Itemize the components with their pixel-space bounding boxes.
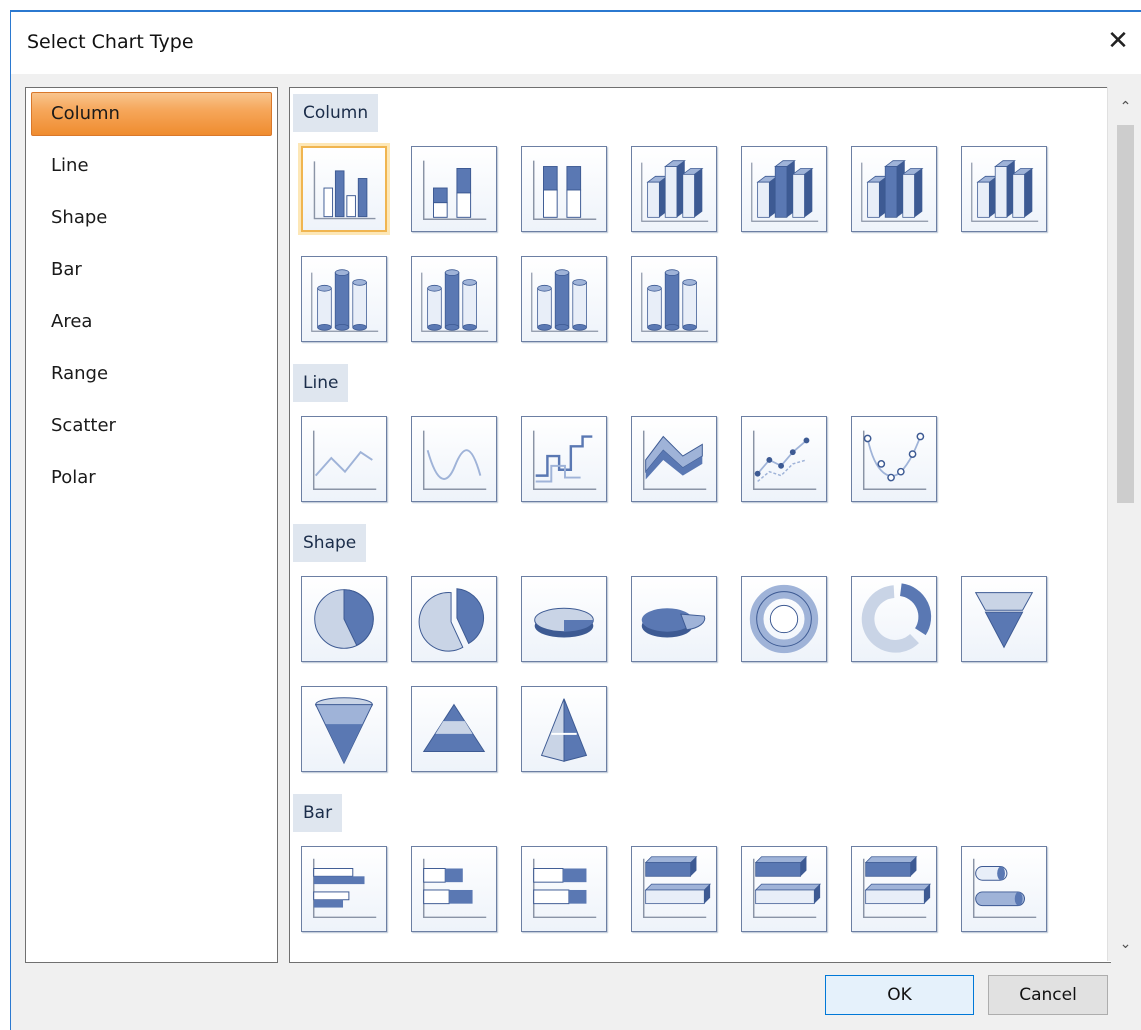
- 3d-funnel-icon: [314, 697, 374, 765]
- chart-type-tile[interactable]: [631, 576, 717, 662]
- chart-type-tile[interactable]: [301, 146, 387, 232]
- 3d-pyramid-icon: [540, 698, 588, 762]
- 3d-full-stacked-column-icon: [861, 160, 929, 222]
- 3d-clustered-column-icon: [641, 160, 709, 222]
- cancel-button[interactable]: Cancel: [988, 975, 1108, 1015]
- chart-type-tile[interactable]: [411, 686, 497, 772]
- title-bar: Select Chart Type ✕: [11, 12, 1141, 74]
- chart-type-tile[interactable]: [411, 256, 497, 342]
- chart-type-tile[interactable]: [521, 146, 607, 232]
- full-stacked-column-icon: [532, 160, 597, 221]
- ok-button[interactable]: OK: [825, 975, 974, 1015]
- cylinder-bar-icon: [972, 858, 1037, 919]
- chart-type-tile[interactable]: [411, 846, 497, 932]
- cylinder-3d-column-icon: [641, 269, 709, 332]
- chevron-up-icon: ⌃: [1119, 99, 1132, 115]
- pyramid-icon: [422, 703, 486, 752]
- 3d-exploded-pie-icon: [641, 608, 706, 638]
- 3d-pie-icon: [534, 607, 594, 638]
- section-header-column: Column: [293, 94, 379, 132]
- category-item-line[interactable]: Line: [31, 144, 272, 188]
- stacked-cylinder-icon: [421, 269, 489, 332]
- category-item-scatter[interactable]: Scatter: [31, 404, 272, 448]
- category-item-range[interactable]: Range: [31, 352, 272, 396]
- doughnut-icon: [749, 584, 819, 654]
- category-item-bar[interactable]: Bar: [31, 248, 272, 292]
- funnel-icon: [974, 592, 1034, 649]
- section-header-shape: Shape: [293, 524, 367, 562]
- full-stacked-bar-icon: [532, 858, 597, 919]
- category-item-column[interactable]: Column: [31, 92, 272, 136]
- chart-type-tile[interactable]: [851, 576, 937, 662]
- chart-type-tile[interactable]: [631, 146, 717, 232]
- category-item-area[interactable]: Area: [31, 300, 272, 344]
- 3d-line-icon: [642, 430, 707, 491]
- scroll-down-button[interactable]: ⌄: [1108, 929, 1141, 959]
- 3d-column-icon: [971, 160, 1039, 222]
- line-chart-icon: [312, 430, 377, 491]
- chart-type-tile[interactable]: [631, 416, 717, 502]
- chevron-down-icon: ⌄: [1119, 936, 1132, 952]
- category-item-shape[interactable]: Shape: [31, 196, 272, 240]
- section-header-line: Line: [293, 364, 349, 402]
- chart-type-tile[interactable]: [301, 416, 387, 502]
- 3d-stacked-column-icon: [751, 160, 819, 222]
- select-chart-type-dialog: Select Chart Type ✕ Column Line Shape Bar Ar…: [10, 10, 1141, 1030]
- chart-type-tile[interactable]: [521, 576, 607, 662]
- chart-type-tile[interactable]: [631, 256, 717, 342]
- chart-type-tile[interactable]: [851, 146, 937, 232]
- chart-type-tile[interactable]: [741, 416, 827, 502]
- chart-type-tile[interactable]: [411, 576, 497, 662]
- chart-type-tile[interactable]: [411, 416, 497, 502]
- dialog-title: Select Chart Type: [27, 31, 194, 53]
- chart-type-tile[interactable]: [521, 256, 607, 342]
- category-item-polar[interactable]: Polar: [31, 456, 272, 500]
- step-line-icon: [532, 430, 597, 491]
- pie-icon: [314, 589, 374, 649]
- chart-type-tile[interactable]: [961, 846, 1047, 932]
- chart-type-gallery: Column Line Shape Bar: [289, 87, 1111, 963]
- spline-chart-icon: [422, 430, 487, 491]
- chart-type-tile[interactable]: [301, 686, 387, 772]
- scroll-up-button[interactable]: ⌃: [1108, 92, 1141, 122]
- stacked-column-icon: [422, 160, 487, 221]
- 3d-full-stacked-bar-icon: [862, 856, 932, 919]
- 3d-stacked-bar-icon: [752, 856, 822, 919]
- chart-type-tile[interactable]: [851, 416, 937, 502]
- chart-type-tile[interactable]: [301, 576, 387, 662]
- exploded-pie-icon: [418, 588, 485, 652]
- chart-type-tile[interactable]: [741, 576, 827, 662]
- chart-category-list: Column Line Shape Bar Area Range Scatter Polar: [25, 87, 278, 963]
- chart-type-tile[interactable]: [631, 846, 717, 932]
- chart-type-tile[interactable]: [741, 146, 827, 232]
- cylinder-column-icon: [311, 269, 379, 332]
- stacked-bar-icon: [422, 858, 487, 919]
- spline-markers-icon: [862, 430, 927, 491]
- chart-type-tile[interactable]: [851, 846, 937, 932]
- line-markers-icon: [752, 430, 817, 491]
- chart-type-tile[interactable]: [741, 846, 827, 932]
- section-header-bar: Bar: [293, 794, 343, 832]
- chart-type-tile[interactable]: [301, 256, 387, 342]
- chart-type-tile[interactable]: [411, 146, 497, 232]
- chart-type-tile[interactable]: [521, 686, 607, 772]
- close-button[interactable]: ✕: [1095, 20, 1141, 64]
- gallery-scrollbar[interactable]: ⌃ ⌄: [1107, 87, 1141, 961]
- chart-type-tile[interactable]: [521, 416, 607, 502]
- chart-type-tile[interactable]: [961, 146, 1047, 232]
- exploded-doughnut-icon: [861, 583, 932, 653]
- close-icon: ✕: [1107, 26, 1129, 56]
- scroll-thumb[interactable]: [1117, 125, 1134, 503]
- 3d-clustered-bar-icon: [642, 856, 712, 919]
- clustered-column-icon: [313, 161, 376, 220]
- chart-type-tile[interactable]: [961, 576, 1047, 662]
- full-stacked-cylinder-icon: [531, 269, 599, 332]
- chart-type-tile[interactable]: [301, 846, 387, 932]
- chart-type-tile[interactable]: [521, 846, 607, 932]
- clustered-bar-icon: [312, 858, 377, 919]
